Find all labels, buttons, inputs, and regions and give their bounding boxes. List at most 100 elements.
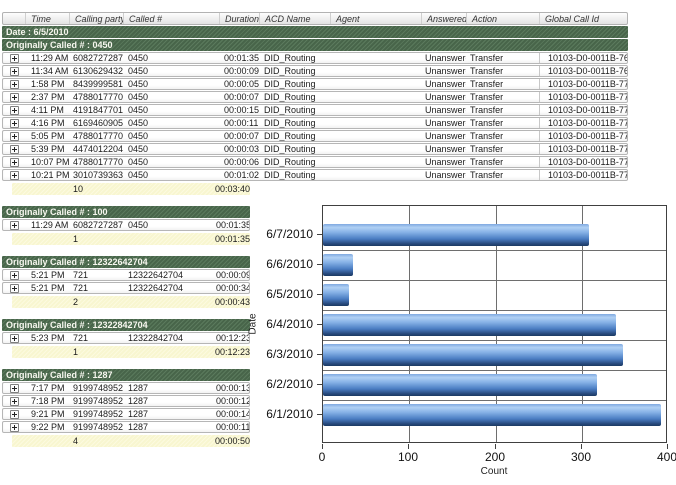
expand-row-button[interactable] <box>10 221 19 230</box>
y-tick-label: 6/1/2010 <box>257 408 313 420</box>
expand-row-button[interactable] <box>10 284 19 293</box>
table-row[interactable]: 5:39 PM4474012204045000:00:03DID_Routing… <box>2 143 628 155</box>
expand-row-button[interactable] <box>10 334 19 343</box>
cell-called: 0450 <box>123 170 219 180</box>
total-duration-value: 00:01:35 <box>210 234 250 244</box>
cell-global-id: 10103-D0-0011B-773 <box>539 118 627 128</box>
cell-global-id: 10103-D0-0011B-76F <box>539 66 627 76</box>
column-header-action: Action <box>466 13 539 24</box>
cell-acd: DID_Routing <box>259 144 330 154</box>
table-row[interactable]: 5:21 PM7211232264270400:00:09 <box>2 269 250 281</box>
table-row[interactable]: 1:58 PM8439999581045000:00:05DID_Routing… <box>2 78 628 90</box>
cell-action: Transfer <box>466 79 539 89</box>
group-section[interactable]: Originally Called # : 045011:29 AM608272… <box>2 39 630 195</box>
cell-global-id: 10103-D0-0011B-778 <box>539 144 627 154</box>
expand-cell <box>3 80 25 89</box>
expand-row-button[interactable] <box>10 410 19 419</box>
expand-cell <box>3 284 25 293</box>
table-row[interactable]: 9:21 PM9199748952128700:00:14 <box>2 408 250 420</box>
x-tick-mark <box>667 444 668 449</box>
column-header-expand <box>3 13 25 24</box>
expand-row-button[interactable] <box>10 397 19 406</box>
y-tick-mark <box>317 294 322 295</box>
horizontal-gridline <box>323 340 666 341</box>
cell-called: 0450 <box>123 105 219 115</box>
horizontal-gridline <box>323 250 666 251</box>
x-tick-label: 100 <box>388 450 428 464</box>
expand-row-button[interactable] <box>10 106 19 115</box>
cell-called: 0450 <box>123 92 219 102</box>
table-row[interactable]: 5:21 PM7211232264270400:00:34 <box>2 282 250 294</box>
expand-row-button[interactable] <box>10 54 19 63</box>
chart-bar-6-2-2010 <box>323 374 597 396</box>
cell-global-id: 10103-D0-0011B-770 <box>539 79 627 89</box>
expand-row-button[interactable] <box>10 423 19 432</box>
y-tick-mark <box>317 234 322 235</box>
cell-duration: 00:01:02 <box>219 170 259 180</box>
group-header: Originally Called # : 12322642704 <box>2 256 250 268</box>
table-row[interactable]: 10:21 PM3010739363045000:01:02DID_Routin… <box>2 169 628 181</box>
table-row[interactable]: 9:22 PM9199748952128700:00:11 <box>2 421 250 433</box>
expand-cell <box>3 423 25 432</box>
total-call-count: 4 <box>68 436 122 446</box>
expand-cell <box>3 334 25 343</box>
bar-slot <box>323 370 666 400</box>
cell-acd: DID_Routing <box>259 131 330 141</box>
cell-answered: Unanswered <box>421 92 466 102</box>
cell-duration: 00:00:11 <box>211 422 249 432</box>
expand-row-button[interactable] <box>10 271 19 280</box>
cell-called: 12322642704 <box>123 270 211 280</box>
table-row[interactable]: 7:18 PM9199748952128700:00:12 <box>2 395 250 407</box>
cell-calling: 4788017770 <box>69 131 123 141</box>
cell-called: 0450 <box>123 53 219 63</box>
expand-row-button[interactable] <box>10 93 19 102</box>
x-tick-label: 0 <box>302 450 342 464</box>
expand-row-button[interactable] <box>10 384 19 393</box>
table-row[interactable]: 4:16 PM6169460905045000:00:11DID_Routing… <box>2 117 628 129</box>
cell-answered: Unanswered <box>421 144 466 154</box>
table-row[interactable]: 5:23 PM7211232284270400:12:23 <box>2 332 250 344</box>
table-row[interactable]: 11:29 AM6082727287045000:01:35 <box>2 219 250 231</box>
cell-time: 5:21 PM <box>25 283 69 293</box>
total-call-count: 1 <box>68 347 122 357</box>
table-row[interactable]: 11:29 AM6082727287045000:01:35DID_Routin… <box>2 52 628 64</box>
table-row[interactable]: 4:11 PM4191847701045000:00:15DID_Routing… <box>2 104 628 116</box>
cell-action: Transfer <box>466 157 539 167</box>
group-total-row: 100:12:23 <box>12 346 250 358</box>
cell-acd: DID_Routing <box>259 118 330 128</box>
cell-calling: 9199748952 <box>69 409 123 419</box>
cell-acd: DID_Routing <box>259 105 330 115</box>
table-row[interactable]: 7:17 PM9199748952128700:00:13 <box>2 382 250 394</box>
cell-calling: 6082727287 <box>69 220 123 230</box>
cell-answered: Unanswered <box>421 79 466 89</box>
cell-called: 12322642704 <box>123 283 211 293</box>
expand-row-button[interactable] <box>10 67 19 76</box>
cell-calling: 4474012204 <box>69 144 123 154</box>
expand-row-button[interactable] <box>10 158 19 167</box>
expand-row-button[interactable] <box>10 132 19 141</box>
table-column-header-row: TimeCalling party #Called #DurationACD N… <box>2 12 628 25</box>
cell-duration: 00:00:11 <box>219 118 259 128</box>
expand-row-button[interactable] <box>10 171 19 180</box>
call-report-page: TimeCalling party #Called #DurationACD N… <box>0 0 676 485</box>
cell-calling: 9199748952 <box>69 383 123 393</box>
cell-called: 0450 <box>123 131 219 141</box>
table-row[interactable]: 11:34 AM6130629432045000:00:09DID_Routin… <box>2 65 628 77</box>
column-header-called-: Called # <box>123 13 219 24</box>
expand-row-button[interactable] <box>10 145 19 154</box>
cell-called: 1287 <box>123 409 211 419</box>
cell-duration: 00:00:07 <box>219 131 259 141</box>
cell-duration: 00:00:13 <box>211 383 249 393</box>
cell-called: 0450 <box>123 66 219 76</box>
table-row[interactable]: 10:07 PM4788017770045000:00:06DID_Routin… <box>2 156 628 168</box>
expand-row-button[interactable] <box>10 80 19 89</box>
group-header: Originally Called # : 0450 <box>2 39 628 51</box>
cell-calling: 721 <box>69 270 123 280</box>
table-row[interactable]: 5:05 PM4788017770045000:00:07DID_Routing… <box>2 130 628 142</box>
y-tick-mark <box>317 324 322 325</box>
group-total-row: 400:00:50 <box>12 435 250 447</box>
y-tick-label: 6/6/2010 <box>257 258 313 270</box>
table-row[interactable]: 2:37 PM4788017770045000:00:07DID_Routing… <box>2 91 628 103</box>
expand-row-button[interactable] <box>10 119 19 128</box>
cell-calling: 6169460905 <box>69 118 123 128</box>
